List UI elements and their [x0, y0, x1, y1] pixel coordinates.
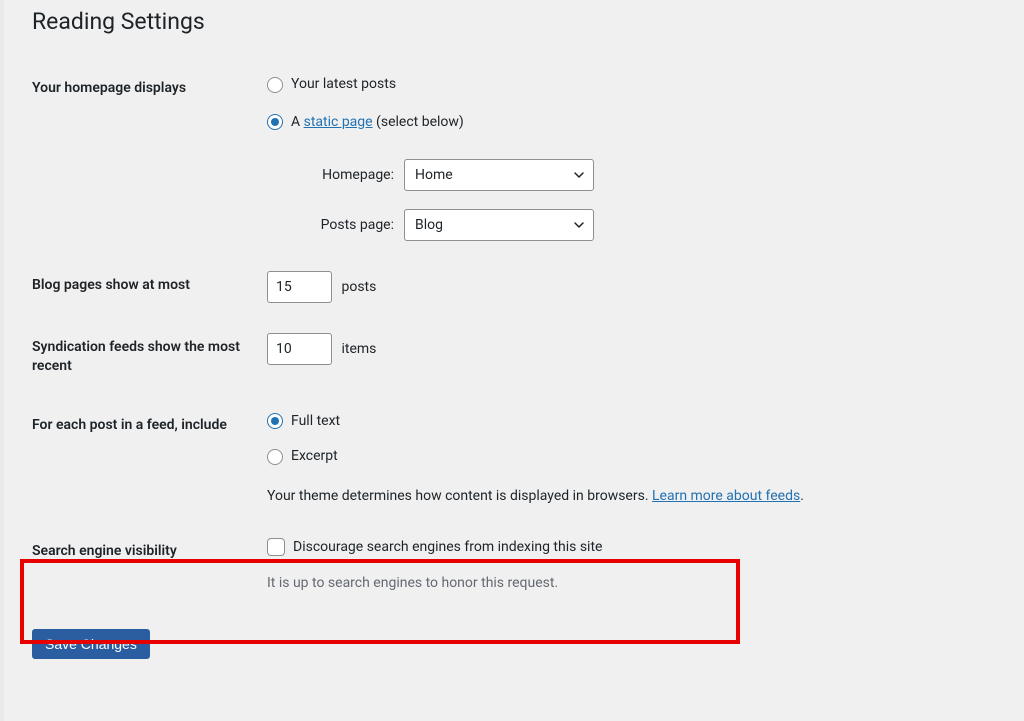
posts-page-select[interactable]: Blog [404, 209, 594, 241]
radio-excerpt-label: Excerpt [291, 446, 338, 467]
radio-icon [267, 77, 283, 93]
homepage-select-value: Home [415, 165, 453, 186]
radio-static-page[interactable]: A static page (select below) [267, 112, 464, 133]
homepage-select[interactable]: Home [404, 159, 594, 191]
blog-pages-input[interactable]: 15 [267, 271, 332, 303]
row-label-search-visibility: Search engine visibility [32, 522, 267, 610]
radio-full-text[interactable]: Full text [267, 411, 340, 432]
checkbox-icon [267, 538, 285, 556]
row-label-homepage: Your homepage displays [32, 59, 267, 256]
feed-desc-text: Your theme determines how content is dis… [267, 488, 652, 504]
syndication-input[interactable]: 10 [267, 333, 332, 365]
radio-icon [267, 114, 283, 130]
radio-icon [267, 449, 283, 465]
radio-icon [267, 413, 283, 429]
save-changes-button[interactable]: Save Changes [32, 629, 150, 659]
radio-full-text-label: Full text [291, 411, 340, 432]
page-title: Reading Settings [32, 8, 996, 35]
discourage-search-label: Discourage search engines from indexing … [293, 537, 602, 558]
row-label-syndication: Syndication feeds show the most recent [32, 318, 267, 396]
radio-excerpt[interactable]: Excerpt [267, 446, 338, 467]
chevron-down-icon [573, 219, 585, 231]
chevron-down-icon [573, 169, 585, 181]
row-label-blog-pages: Blog pages show at most [32, 256, 267, 318]
learn-more-feeds-link[interactable]: Learn more about feeds [652, 488, 800, 504]
radio-latest-posts-label: Your latest posts [291, 74, 396, 95]
homepage-select-label: Homepage: [289, 165, 394, 186]
posts-page-select-value: Blog [415, 215, 443, 236]
discourage-search-checkbox[interactable]: Discourage search engines from indexing … [267, 537, 602, 558]
radio-static-page-label: A static page (select below) [291, 112, 464, 133]
search-visibility-description: It is up to search engines to honor this… [267, 573, 986, 594]
blog-pages-unit: posts [341, 279, 376, 295]
static-page-link[interactable]: static page [304, 114, 373, 130]
syndication-unit: items [341, 341, 376, 357]
row-label-feed-include: For each post in a feed, include [32, 396, 267, 522]
radio-latest-posts[interactable]: Your latest posts [267, 74, 396, 95]
posts-page-select-label: Posts page: [289, 215, 394, 236]
